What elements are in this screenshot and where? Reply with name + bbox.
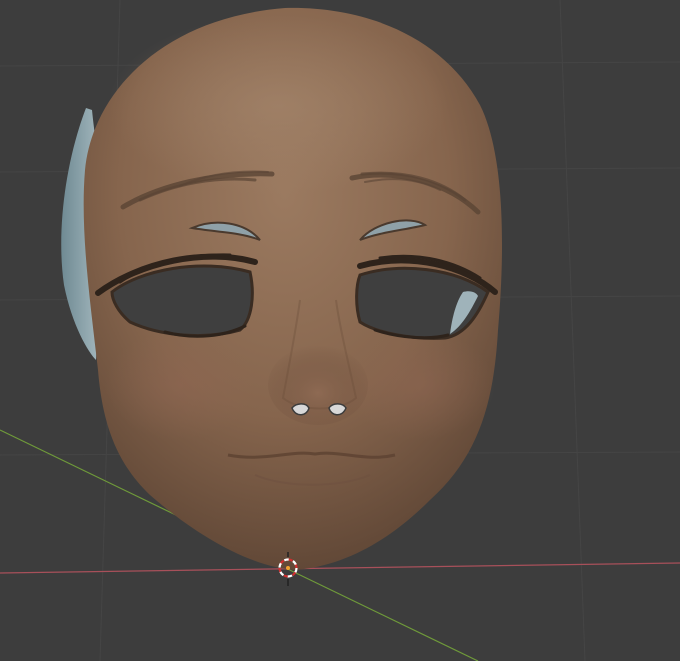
forehead-highlight [108, 15, 448, 195]
viewport-canvas[interactable] [0, 0, 680, 661]
cheek-left [105, 330, 255, 440]
3d-viewport[interactable] [0, 0, 680, 661]
nostril-left [291, 403, 310, 416]
x-axis-line [0, 562, 680, 574]
nostril-right [328, 403, 347, 416]
face-mesh[interactable] [61, 7, 503, 570]
